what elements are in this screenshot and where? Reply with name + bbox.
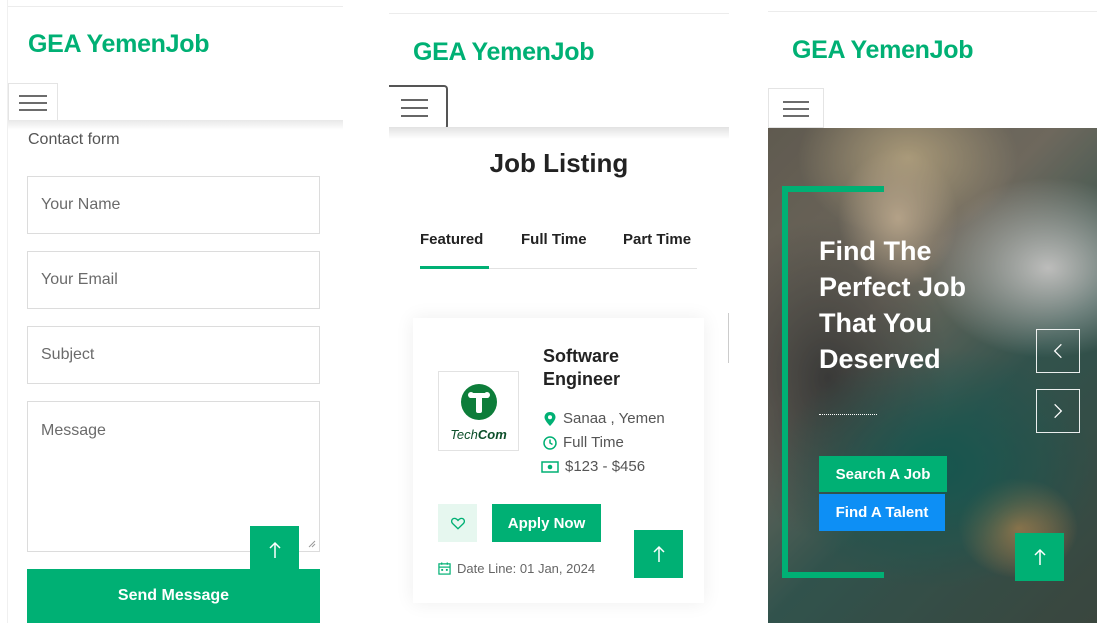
job-title-line1: Software [543,346,620,366]
back-to-top-button[interactable] [634,530,683,578]
calendar-icon [438,562,451,575]
deadline-text: Date Line: 01 Jan, 2024 [457,561,596,576]
chevron-left-icon [1053,343,1062,359]
send-message-label: Send Message [117,587,230,604]
find-talent-label: Find A Talent [835,504,929,521]
email-input[interactable]: Your Email [27,251,320,309]
hero-panel: GEA YemenJob Find The Perfect Job That Y… [768,0,1097,623]
back-to-top-button[interactable] [250,526,299,574]
back-to-top-button[interactable] [1015,533,1064,581]
heart-icon [450,517,465,530]
menu-toggle-button[interactable] [389,85,448,130]
brand-logo[interactable]: GEA YemenJob [413,38,595,67]
name-input[interactable]: Your Name [27,176,320,234]
tab-full-time[interactable]: Full Time [521,231,587,248]
menu-toggle-button[interactable] [8,83,58,121]
form-title: Contact form [28,131,120,148]
search-job-label: Search A Job [835,465,931,483]
message-placeholder: Message [41,422,106,439]
hero-title-line: Find The [819,236,932,266]
job-location: Sanaa , Yemen [543,410,665,427]
job-type: Full Time [543,434,624,451]
resize-handle-icon[interactable] [308,540,316,548]
job-title-line2: Engineer [543,369,621,389]
chevron-right-icon [1054,403,1063,419]
page-title: Job Listing [489,148,629,178]
arrow-up-icon [268,541,281,558]
tab-part-time[interactable]: Part Time [623,231,691,248]
arrow-up-icon [652,545,665,562]
find-talent-button[interactable]: Find A Talent [819,494,945,531]
salary-text: $123 - $456 [565,458,646,475]
arrow-up-icon [1033,548,1046,565]
email-placeholder: Your Email [41,271,118,288]
subject-input[interactable]: Subject [27,326,320,384]
hero-title: Find The Perfect Job That You Deserved [819,233,1019,377]
send-message-button[interactable]: Send Message [27,569,320,623]
name-placeholder: Your Name [41,196,121,213]
job-type-text: Full Time [563,434,624,451]
apply-now-button[interactable]: Apply Now [492,504,601,542]
save-job-button[interactable] [438,504,477,542]
search-job-button[interactable]: Search A Job [819,456,947,492]
brand-logo[interactable]: GEA YemenJob [792,36,974,65]
location-text: Sanaa , Yemen [563,410,665,427]
location-pin-icon [544,411,556,426]
apply-now-label: Apply Now [507,514,586,532]
hero-title-line: That You [819,308,932,338]
contact-panel: GEA YemenJob Contact form Your Name Your… [7,0,343,623]
company-logo: TechCom [438,371,519,451]
job-salary: $123 - $456 [541,458,645,475]
techcom-logo-icon [461,384,497,420]
hero-divider [819,414,877,415]
hero-title-line: Deserved [819,344,941,374]
brand-logo[interactable]: GEA YemenJob [28,30,210,59]
carousel-next-button[interactable] [1036,389,1080,433]
clock-icon [543,435,557,450]
active-tab-indicator [420,266,489,269]
tab-featured[interactable]: Featured [420,231,483,248]
company-name: TechCom [450,427,507,442]
money-icon [541,460,559,473]
subject-placeholder: Subject [41,346,95,363]
job-title[interactable]: Software Engineer [543,345,620,391]
carousel-prev-button[interactable] [1036,329,1080,373]
hero-title-line: Perfect Job [819,272,967,302]
menu-toggle-button[interactable] [768,88,824,128]
job-listing-panel: GEA YemenJob Job Listing Featured Full T… [389,0,729,623]
job-deadline: Date Line: 01 Jan, 2024 [438,561,595,576]
